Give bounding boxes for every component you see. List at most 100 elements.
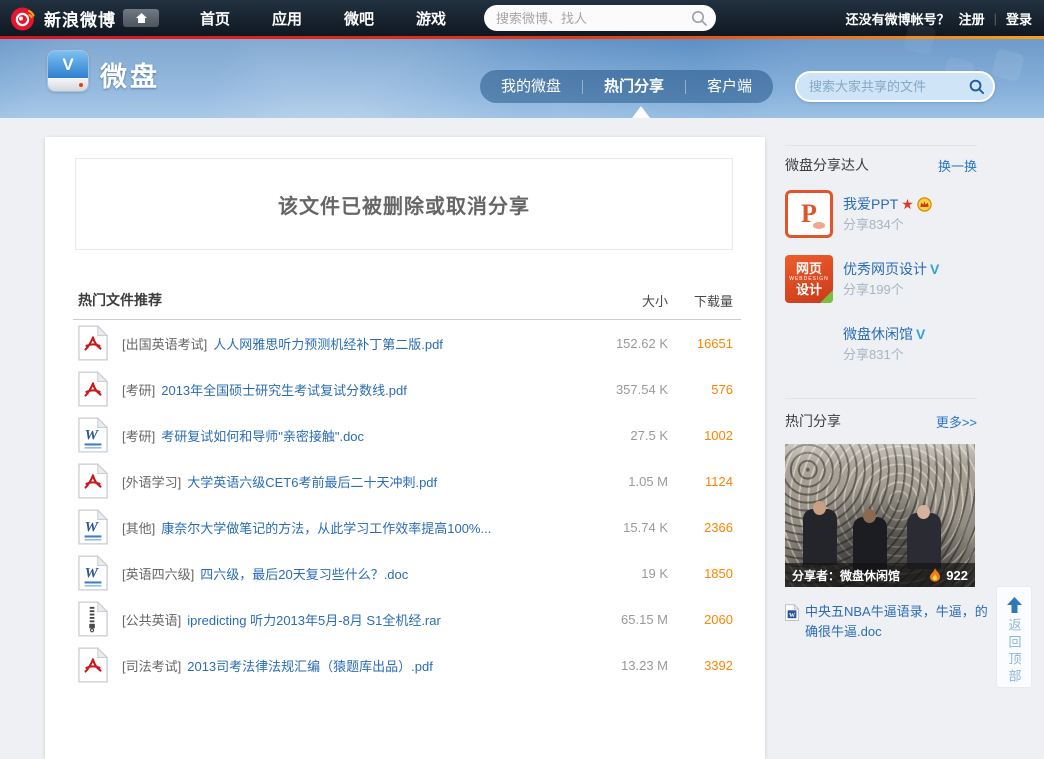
user-name-link[interactable]: 微盘休闲馆 <box>843 324 913 344</box>
file-link[interactable]: 康奈尔大学做笔记的方法，从此学习工作效率提高100%... <box>161 518 558 537</box>
weibo-search-box <box>484 5 716 31</box>
file-size: 19 K <box>641 565 668 581</box>
avatar[interactable]: P <box>785 190 833 238</box>
weipan-logo-icon[interactable]: V <box>48 51 88 91</box>
tab-my-weipan[interactable]: 我的微盘 <box>480 70 582 103</box>
file-link[interactable]: 2013年全国硕士研究生考试复试分数线.pdf <box>161 380 558 399</box>
file-size: 13.23 M <box>621 657 668 673</box>
share-count: 分享831个 <box>843 347 904 362</box>
list-item: P 我爱PPT ★ 分享834个 <box>785 190 977 238</box>
user-name-link[interactable]: 优秀网页设计 <box>843 259 927 279</box>
user-info: 优秀网页设计 V 分享199个 <box>843 255 939 303</box>
list-item: 网页 WEBDESIGN 设计 优秀网页设计 V 分享199个 <box>785 255 977 303</box>
nav-item-home[interactable]: 首页 <box>200 8 230 29</box>
word-file-icon: W <box>78 417 108 453</box>
file-category: [司法考试] <box>122 658 182 674</box>
top-nav-menu: 首页 应用 微吧 游戏 <box>200 0 446 36</box>
file-downloads: 2060 <box>704 611 733 627</box>
sidebar: 微盘分享达人 换一换 P 我爱PPT ★ 分享834个 网页 WEBDESIGN… <box>785 145 988 642</box>
hot-doc-link[interactable]: 中央五NBA牛逼语录，牛逼，的确很牛逼.doc <box>805 602 995 642</box>
nav-item-apps[interactable]: 应用 <box>272 8 302 29</box>
image-caption-bar: 分享者：微盘休闲馆 922 <box>785 563 975 587</box>
file-search-input[interactable] <box>809 79 968 94</box>
file-size: 65.15 M <box>621 611 668 627</box>
weipan-logo-letter: V <box>48 51 88 78</box>
experts-title: 微盘分享达人 <box>785 157 869 173</box>
pdf-file-icon <box>78 371 108 407</box>
file-downloads: 1124 <box>705 473 733 489</box>
banner-tab-bar: 我的微盘 热门分享 客户端 <box>480 70 774 103</box>
shuffle-link[interactable]: 换一换 <box>938 156 977 175</box>
user-info: 我爱PPT ★ 分享834个 <box>843 190 932 238</box>
file-link[interactable]: 2013司考法律法规汇编（猿题库出品）.pdf <box>187 656 558 675</box>
file-downloads: 576 <box>711 381 733 397</box>
home-icon <box>135 13 147 23</box>
weipan-page: 新浪微博 首页 应用 微吧 游戏 还没有微博帐号？ 注册 | 登录 <box>0 0 1044 759</box>
rar-file-icon <box>78 601 108 637</box>
account-links: 还没有微博帐号？ 注册 | 登录 <box>846 0 1032 36</box>
arrow-up-icon <box>1006 597 1022 613</box>
table-row: [司法考试] 2013司考法律法规汇编（猿题库出品）.pdf 13.23 M 3… <box>45 642 765 688</box>
weibo-search-input[interactable] <box>496 10 690 26</box>
table-row: W [其他] 康奈尔大学做笔记的方法，从此学习工作效率提高100%... 15.… <box>45 504 765 550</box>
list-item: 微盘休闲馆 V 分享831个 <box>785 320 977 368</box>
table-row: [考研] 2013年全国硕士研究生考试复试分数线.pdf 357.54 K 57… <box>45 366 765 412</box>
verified-icon: V <box>916 326 926 342</box>
more-link[interactable]: 更多>> <box>936 412 977 431</box>
file-link[interactable]: 四六级，最后20天复习些什么？.doc <box>200 564 558 583</box>
deleted-file-notice: 该文件已被删除或取消分享 <box>75 158 733 250</box>
file-category: [公共英语] <box>122 612 182 628</box>
search-icon[interactable] <box>690 9 708 27</box>
list-title: 热门文件推荐 <box>78 292 162 308</box>
back-to-top-label: 返回顶部 <box>1006 618 1022 686</box>
tab-client[interactable]: 客户端 <box>686 70 773 103</box>
file-category: [其他] <box>122 520 156 536</box>
avatar[interactable] <box>785 320 833 368</box>
active-tab-pointer <box>632 106 650 118</box>
register-link[interactable]: 注册 <box>959 9 985 28</box>
pdf-file-icon <box>78 463 108 499</box>
file-downloads: 1850 <box>704 565 733 581</box>
no-account-text: 还没有微博帐号？ <box>845 11 950 27</box>
home-button[interactable] <box>123 9 159 27</box>
hot-share-image[interactable]: 分享者：微盘休闲馆 922 <box>785 444 975 587</box>
column-header-size: 大小 <box>641 293 668 309</box>
pdf-file-icon <box>78 325 108 361</box>
table-row: [公共英语] ipredicting 听力2013年5月-8月 S1全机经.ra… <box>45 596 765 642</box>
weipan-banner: V 微盘 我的微盘 热门分享 客户端 <box>0 39 1044 118</box>
flame-icon <box>930 568 941 582</box>
verified-icon: V <box>930 261 940 277</box>
share-count: 分享834个 <box>843 217 904 232</box>
file-category: [外语学习] <box>122 474 182 490</box>
list-header: 热门文件推荐 大小 下载量 <box>45 285 765 315</box>
user-info: 微盘休闲馆 V 分享831个 <box>843 320 925 368</box>
file-downloads: 2366 <box>704 519 733 535</box>
back-to-top-button[interactable]: 返回顶部 <box>996 586 1032 688</box>
weibo-logo-icon <box>11 7 35 30</box>
file-link[interactable]: 大学英语六级CET6考前最后二十天冲刺.pdf <box>187 472 558 491</box>
webdesign-avatar-icon: 网页 WEBDESIGN 设计 <box>785 255 833 303</box>
app-title: 微盘 <box>100 62 160 92</box>
table-row: W [英语四六级] 四六级，最后20天复习些什么？.doc 19 K 1850 <box>45 550 765 596</box>
nav-item-games[interactable]: 游戏 <box>416 8 446 29</box>
svg-text:W: W <box>85 566 100 582</box>
file-link[interactable]: ipredicting 听力2013年5月-8月 S1全机经.rar <box>187 610 558 629</box>
nav-item-weiba[interactable]: 微吧 <box>344 8 374 29</box>
file-link[interactable]: 人人网雅思听力预测机经补丁第二版.pdf <box>213 334 558 353</box>
svg-text:W: W <box>85 520 100 536</box>
file-downloads: 3392 <box>704 657 733 673</box>
file-downloads: 1002 <box>704 427 733 443</box>
file-link[interactable]: 考研复试如何和导师"亲密接触".doc <box>161 426 558 445</box>
tab-hot-shares[interactable]: 热门分享 <box>583 70 685 103</box>
login-link[interactable]: 登录 <box>1006 9 1032 28</box>
user-name-link[interactable]: 我爱PPT <box>843 194 898 214</box>
experts-section-header: 微盘分享达人 换一换 <box>785 145 977 175</box>
main-panel: 该文件已被删除或取消分享 热门文件推荐 大小 下载量 [出国英语考试] 人人网雅… <box>45 137 765 759</box>
search-icon[interactable] <box>968 78 985 95</box>
crowd-faces <box>813 501 826 515</box>
svg-text:W: W <box>789 613 796 619</box>
drive-led-dot <box>79 83 83 87</box>
crown-badge-icon <box>917 196 932 212</box>
weibo-brand[interactable]: 新浪微博 <box>10 0 159 36</box>
avatar[interactable]: 网页 WEBDESIGN 设计 <box>785 255 833 303</box>
